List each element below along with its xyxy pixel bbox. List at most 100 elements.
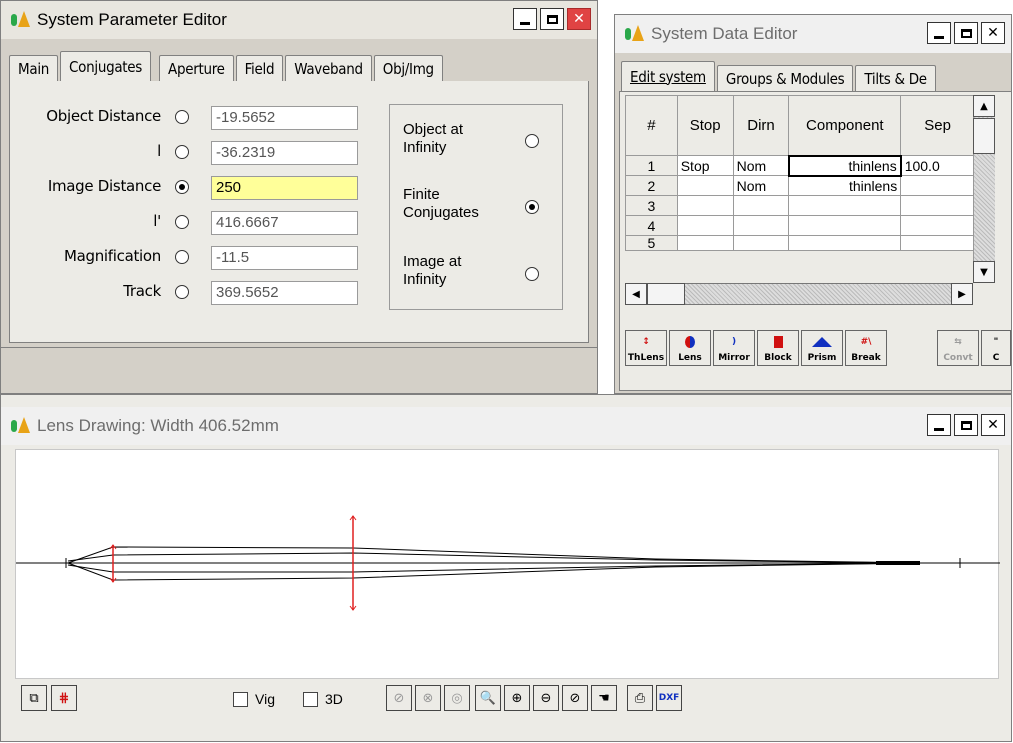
maximize-button[interactable]: [540, 8, 564, 30]
print-button[interactable]: ⎙: [627, 685, 653, 711]
component-cell[interactable]: thinlens: [787, 154, 902, 177]
stop-cell[interactable]: Stop: [676, 155, 734, 176]
minimize-button[interactable]: [927, 414, 951, 436]
row-number[interactable]: 1: [625, 155, 678, 176]
tab-aperture[interactable]: Aperture: [159, 55, 234, 81]
dirn-cell[interactable]: [732, 215, 790, 236]
l-field[interactable]: -36.2319: [211, 141, 358, 165]
sep-cell[interactable]: 100.0: [900, 155, 975, 176]
image-distance-field[interactable]: 250: [211, 176, 358, 200]
tab-field[interactable]: Field: [235, 55, 284, 81]
zoom-in-button[interactable]: ⊕: [504, 685, 530, 711]
rotate-z-button[interactable]: ◎: [444, 685, 470, 711]
object-distance-field[interactable]: -19.5652: [211, 106, 358, 130]
dirn-cell[interactable]: [732, 195, 790, 216]
rotate-x-button[interactable]: ⊘: [386, 685, 412, 711]
table-row[interactable]: 3: [625, 195, 975, 216]
lens-drawing-canvas[interactable]: [15, 449, 1000, 679]
image-at-infinity-radio[interactable]: [525, 267, 539, 281]
l-prime-radio[interactable]: [175, 215, 189, 229]
component-cell[interactable]: [788, 195, 902, 216]
component-cell[interactable]: thinlens: [788, 175, 902, 196]
close-button[interactable]: ✕: [981, 22, 1005, 44]
image-distance-radio[interactable]: [175, 180, 189, 194]
block-button[interactable]: Block: [757, 330, 799, 366]
track-field[interactable]: 369.5652: [211, 281, 358, 305]
stop-cell[interactable]: [676, 195, 734, 216]
table-row[interactable]: 5: [625, 235, 975, 251]
zoom-reset-button[interactable]: ⊘: [562, 685, 588, 711]
row-number[interactable]: 4: [625, 215, 678, 236]
row-number[interactable]: 2: [625, 175, 678, 196]
magnification-radio[interactable]: [175, 250, 189, 264]
minimize-button[interactable]: [927, 22, 951, 44]
minimize-button[interactable]: [513, 8, 537, 30]
row-number[interactable]: 3: [625, 195, 678, 216]
tab-groups-modules[interactable]: Groups & Modules: [716, 65, 854, 91]
column-header-component[interactable]: Component: [788, 95, 902, 156]
surface-data-grid[interactable]: # Stop Dirn Component Sep 1 Stop Nom thi…: [625, 95, 975, 251]
scroll-up-button[interactable]: ▲: [973, 95, 995, 117]
close-button[interactable]: ✕: [567, 8, 591, 30]
table-row[interactable]: 4: [625, 215, 975, 236]
table-row[interactable]: 2 Nom thinlens: [625, 175, 975, 196]
ray-settings-button[interactable]: ⋕: [51, 685, 77, 711]
zoom-fit-button[interactable]: 🔍: [475, 685, 501, 711]
break-button[interactable]: #\ Break: [845, 330, 887, 366]
sep-cell[interactable]: [900, 175, 975, 196]
lens-drawing-titlebar[interactable]: Lens Drawing: Width 406.52mm ✕: [1, 407, 1011, 445]
stop-cell[interactable]: [676, 175, 734, 196]
thin-lens-button[interactable]: ↕ ThLens: [625, 330, 667, 366]
tab-conjugates[interactable]: Conjugates: [60, 51, 152, 81]
sep-cell[interactable]: [900, 215, 975, 236]
zoom-out-button[interactable]: ⊖: [533, 685, 559, 711]
horizontal-scroll-thumb[interactable]: [647, 283, 685, 305]
scroll-left-button[interactable]: ◀: [625, 283, 647, 305]
sep-cell[interactable]: [900, 235, 975, 251]
magnification-field[interactable]: -11.5: [211, 246, 358, 270]
prism-button[interactable]: Prism: [801, 330, 843, 366]
l-prime-field[interactable]: 416.6667: [211, 211, 358, 235]
table-row[interactable]: 1 Stop Nom thinlens 100.0: [625, 154, 975, 177]
scroll-right-button[interactable]: ▶: [951, 283, 973, 305]
finite-conjugates-radio[interactable]: [525, 200, 539, 214]
maximize-button[interactable]: [954, 414, 978, 436]
vig-checkbox[interactable]: [233, 692, 248, 707]
dirn-cell[interactable]: Nom: [732, 175, 790, 196]
track-radio[interactable]: [175, 285, 189, 299]
component-cell[interactable]: [788, 215, 902, 236]
rotate-y-button[interactable]: ⊗: [415, 685, 441, 711]
tab-obj-img[interactable]: Obj/Img: [373, 55, 443, 81]
row-number[interactable]: 5: [625, 235, 678, 251]
sep-cell[interactable]: [900, 195, 975, 216]
3d-checkbox[interactable]: [303, 692, 318, 707]
tab-waveband[interactable]: Waveband: [285, 55, 372, 81]
scroll-thumb[interactable]: [973, 118, 995, 154]
scroll-down-button[interactable]: ▼: [973, 261, 995, 283]
dirn-cell[interactable]: [732, 235, 790, 251]
column-header-dirn[interactable]: Dirn: [732, 95, 790, 156]
column-header-sep[interactable]: Sep: [900, 95, 975, 156]
close-button[interactable]: ✕: [981, 414, 1005, 436]
copy-drawing-button[interactable]: ⧉: [21, 685, 47, 711]
convert-button[interactable]: ⇆ Convt: [937, 330, 979, 366]
column-header-stop[interactable]: Stop: [676, 95, 734, 156]
tab-main[interactable]: Main: [9, 55, 59, 81]
extra-tool-button[interactable]: " C: [981, 330, 1011, 366]
param-editor-titlebar[interactable]: System Parameter Editor ✕: [1, 1, 597, 39]
tab-edit-system[interactable]: Edit system: [621, 61, 715, 91]
component-cell[interactable]: [788, 235, 902, 251]
tab-tilts-decenters[interactable]: Tilts & De: [855, 65, 936, 91]
l-radio[interactable]: [175, 145, 189, 159]
data-editor-titlebar[interactable]: System Data Editor ✕: [615, 15, 1011, 53]
mirror-button[interactable]: ) Mirror: [713, 330, 755, 366]
export-dxf-button[interactable]: DXF: [656, 685, 682, 711]
maximize-button[interactable]: [954, 22, 978, 44]
stop-cell[interactable]: [676, 235, 734, 251]
object-distance-radio[interactable]: [175, 110, 189, 124]
column-header-number[interactable]: #: [625, 95, 678, 156]
pan-button[interactable]: ☚: [591, 685, 617, 711]
object-at-infinity-radio[interactable]: [525, 134, 539, 148]
stop-cell[interactable]: [676, 215, 734, 236]
lens-button[interactable]: Lens: [669, 330, 711, 366]
